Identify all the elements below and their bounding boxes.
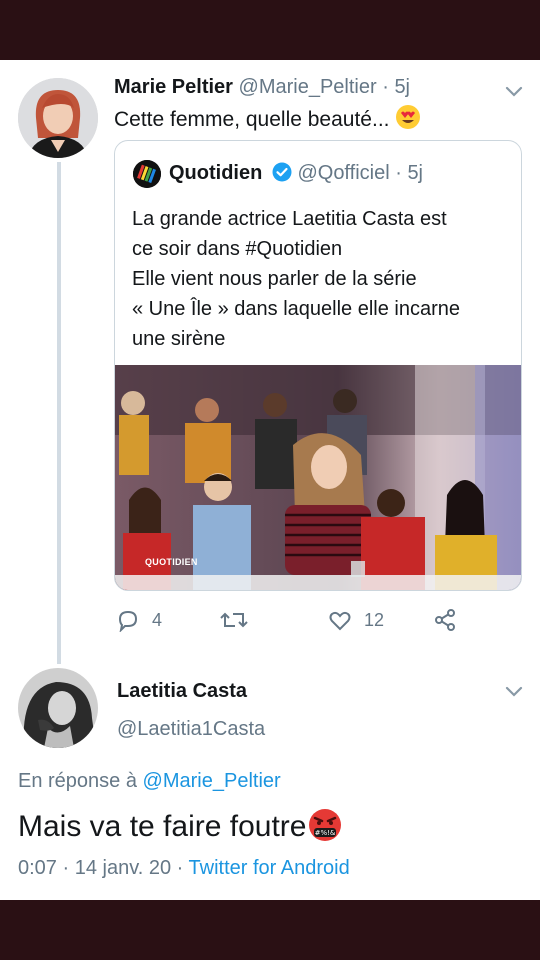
tweet1-text-row: Cette femme, quelle beauté...: [114, 104, 421, 132]
quoted-text-line: ce soir dans #Quotidien: [132, 238, 343, 260]
tweet2-text: Mais va te faire foutre: [18, 810, 307, 843]
separator-dot: ·: [382, 76, 389, 98]
quotidien-watermark: QUOTIDIEN: [145, 557, 198, 567]
separator-dot: ·: [395, 162, 402, 184]
like-button[interactable]: 12: [328, 608, 384, 632]
tweet2-author-handle[interactable]: @Laetitia1Casta: [117, 718, 265, 741]
tweet2-time: 0:07: [18, 857, 57, 879]
quoted-header: Quotidien @Qofficiel · 5j: [169, 162, 423, 185]
quoted-text-line: La grande actrice Laetitia Casta est: [132, 208, 447, 230]
quoted-tweet-card[interactable]: Quotidien @Qofficiel · 5j La grande actr…: [114, 140, 522, 591]
tweet1-text: Cette femme, quelle beauté...: [114, 108, 390, 131]
tweet2-date: 14 janv. 20: [74, 857, 172, 879]
reply-count: 4: [152, 609, 163, 630]
quoted-text: La grande actrice Laetitia Casta est ce …: [132, 204, 460, 354]
reply-button[interactable]: 4: [116, 608, 162, 632]
tweet2-client-link[interactable]: Twitter for Android: [189, 857, 350, 879]
quoted-author-handle[interactable]: @Qofficiel: [297, 162, 389, 184]
tweet2-text-row: Mais va te faire foutre #%!&: [18, 808, 342, 844]
quoted-author-name[interactable]: Quotidien: [169, 162, 262, 184]
top-dark-bar: [0, 0, 540, 60]
quotidien-logo-icon: [133, 160, 161, 188]
avatar-laetitia-casta[interactable]: [18, 668, 98, 748]
verified-badge-icon: [272, 162, 292, 182]
tweet-thread: Marie Peltier @Marie_Peltier · 5j Cette …: [0, 60, 540, 900]
quoted-media-image[interactable]: QUOTIDIEN: [115, 365, 521, 590]
cursing-face-emoji-icon: #%!&: [309, 809, 342, 841]
tweet2-chevron-down-icon[interactable]: [504, 684, 524, 698]
like-count: 12: [364, 609, 385, 630]
tweet2-metadata: 0:07 · 14 janv. 20 · Twitter for Android: [18, 857, 350, 880]
svg-text:#%!&: #%!&: [315, 829, 336, 837]
tweet1-time: 5j: [394, 76, 411, 98]
heart-icon: [329, 611, 351, 631]
quoted-text-line: « Une Île » dans laquelle elle incarne: [132, 298, 460, 320]
reply-icon: [118, 610, 138, 632]
reply-to-handle-link[interactable]: @Marie_Peltier: [143, 770, 281, 792]
tweet1-action-bar: 4 12: [0, 608, 540, 638]
avatar-portrait-icon: [18, 78, 98, 158]
tweet1-author-name[interactable]: Marie Peltier: [114, 76, 233, 98]
tweet1-header: Marie Peltier @Marie_Peltier · 5j: [114, 76, 410, 99]
quoted-text-line: Elle vient nous parler de la série: [132, 268, 417, 290]
tweet1-author-handle[interactable]: @Marie_Peltier: [239, 76, 377, 98]
quoted-text-line: une sirène: [132, 328, 226, 350]
quoted-time: 5j: [407, 162, 424, 184]
share-button[interactable]: [433, 608, 457, 632]
separator-dot: ·: [176, 857, 184, 879]
reply-context: En réponse à @Marie_Peltier: [18, 770, 281, 793]
thread-connector-line: [57, 162, 61, 664]
retweet-button[interactable]: [220, 608, 260, 632]
avatar-marie-peltier[interactable]: [18, 78, 98, 158]
heart-eyes-emoji-icon: [396, 105, 421, 129]
tweet1-chevron-down-icon[interactable]: [504, 84, 524, 98]
retweet-icon: [220, 612, 248, 628]
tweet2-author-name[interactable]: Laetitia Casta: [117, 680, 247, 703]
separator-dot: ·: [62, 857, 70, 879]
share-icon: [435, 609, 455, 631]
reply-prefix: En réponse à: [18, 770, 137, 792]
avatar-portrait-icon: [18, 668, 98, 748]
bottom-dark-bar: [0, 900, 540, 960]
